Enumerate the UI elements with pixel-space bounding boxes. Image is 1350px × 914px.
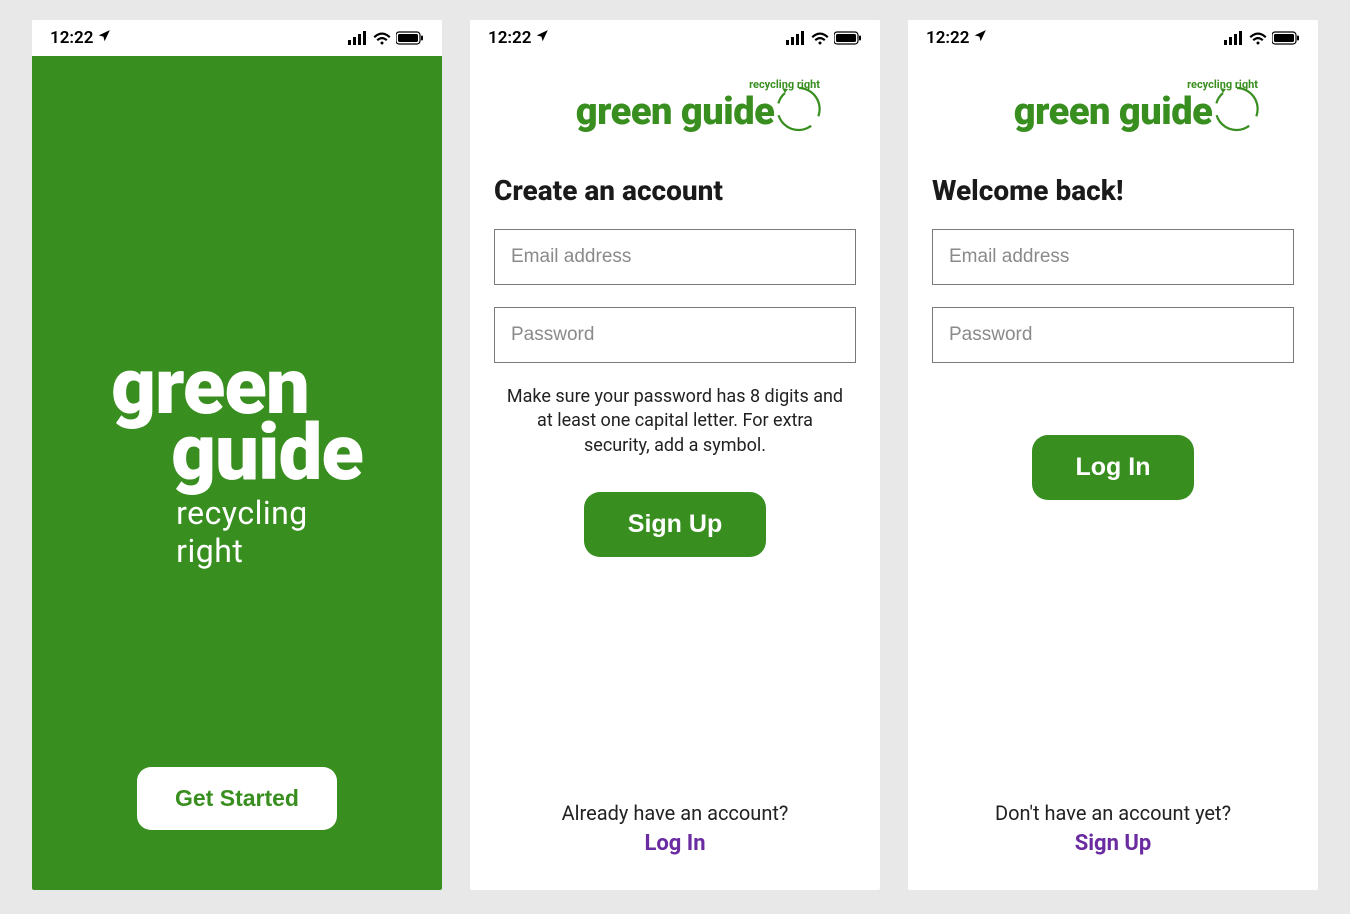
location-icon: [535, 28, 549, 48]
brand-wordmark: green guide: [576, 90, 775, 134]
status-bar: 12:22: [470, 20, 880, 56]
footer-prompt: Already have an account?: [470, 801, 880, 825]
battery-icon: [834, 31, 862, 45]
email-field[interactable]: [932, 229, 1294, 285]
login-link[interactable]: Log In: [470, 831, 880, 856]
brand-tagline: recycling right: [111, 494, 363, 570]
recycle-arc-icon: [1210, 82, 1264, 140]
signup-button[interactable]: Sign Up: [584, 492, 766, 557]
brand-logo-small: recycling right green guide: [530, 90, 820, 134]
cellular-icon: [348, 31, 368, 45]
cellular-icon: [1224, 31, 1244, 45]
signup-link[interactable]: Sign Up: [908, 831, 1318, 856]
email-field[interactable]: [494, 229, 856, 285]
signup-footer: Already have an account? Log In: [470, 801, 880, 856]
login-body: recycling right green guide Welcome back…: [908, 56, 1318, 890]
wifi-icon: [1249, 31, 1267, 45]
password-hint: Make sure your password has 8 digits and…: [494, 385, 856, 458]
brand-wordmark: green guide: [1014, 90, 1213, 134]
status-bar: 12:22: [32, 20, 442, 56]
recycle-arc-icon: [772, 82, 826, 140]
brand-logo-large: green guide recycling right: [111, 355, 363, 570]
splash-screen: 12:22 green guide recycling right Get St…: [32, 20, 442, 890]
status-time: 12:22: [50, 28, 93, 48]
wifi-icon: [811, 31, 829, 45]
status-time: 12:22: [488, 28, 531, 48]
status-time: 12:22: [926, 28, 969, 48]
login-footer: Don't have an account yet? Sign Up: [908, 801, 1318, 856]
password-field[interactable]: [932, 307, 1294, 363]
password-field[interactable]: [494, 307, 856, 363]
signup-body: recycling right green guide Create an ac…: [470, 56, 880, 890]
get-started-button[interactable]: Get Started: [137, 767, 337, 830]
battery-icon: [1272, 31, 1300, 45]
wifi-icon: [373, 31, 391, 45]
cellular-icon: [786, 31, 806, 45]
location-icon: [97, 28, 111, 48]
login-button[interactable]: Log In: [1032, 435, 1195, 500]
splash-body: green guide recycling right Get Started: [32, 56, 442, 890]
signup-screen: 12:22 recycling right green guide Crea: [470, 20, 880, 890]
login-screen: 12:22 recycling right green guide Welc: [908, 20, 1318, 890]
battery-icon: [396, 31, 424, 45]
location-icon: [973, 28, 987, 48]
footer-prompt: Don't have an account yet?: [908, 801, 1318, 825]
status-bar: 12:22: [908, 20, 1318, 56]
signup-heading: Create an account: [494, 174, 856, 207]
login-heading: Welcome back!: [932, 174, 1294, 207]
brand-logo-small: recycling right green guide: [968, 90, 1258, 134]
